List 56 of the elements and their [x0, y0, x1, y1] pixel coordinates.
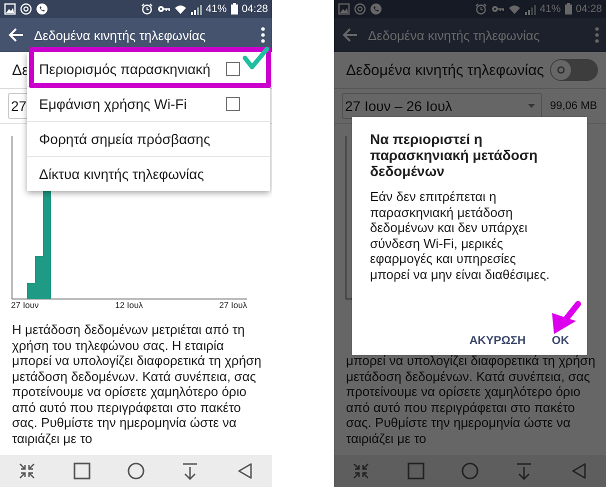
image-icon: [338, 3, 350, 15]
info-paragraph: Η μετάδοση δεδομένων μετριέται από τη χρήση του τηλεφώνου σας. Η εταιρία μπορεί να υπολογίζει διαφορετικά τη χρήση μετάδοση δεδομένων. Κατά συνέπεια, σας προτείνουμε να ορίσετε χαμηλότερο όριο από αυτό που περιγράφεται στο πακέτο σας. Ρυθμίστε την ημερομηνία ώστε να ταιριάζει με το: [11, 322, 262, 446]
menu-item[interactable]: Φορητά σημεία πρόσβασης: [27, 121, 270, 156]
menu-item[interactable]: Δίκτυα κινητής τηλεφωνίας: [27, 156, 270, 191]
axis-label: 27 Ιουν: [11, 300, 39, 312]
menu-item-label: Περιορισμός παρασκηνιακή: [39, 61, 212, 77]
dialog-button[interactable]: ΑΚΥΡΩΣΗ: [463, 331, 532, 351]
wifi-icon: [508, 4, 521, 14]
toggle-off-icon: [557, 66, 565, 74]
alarm-icon: [474, 3, 487, 15]
app-bar-title: Δεδομένα κινητής τηλεφωνίας: [368, 28, 541, 42]
back-arrow-icon[interactable]: [8, 27, 24, 43]
dialog-title: Να περιοριστεί η παρασκηνιακή μετάδοση δεδομένων: [370, 131, 539, 179]
battery-level: 41%: [206, 3, 227, 15]
axis-label: 12 Ιουλ: [115, 300, 143, 312]
phone-icon: [370, 3, 382, 15]
dropdown-caret-icon: [528, 104, 535, 108]
data-usage: 99,06 MB: [550, 100, 598, 112]
info-paragraph: μπορεί να υπολογίζει διαφορετικά τη χρήση μετάδοση δεδομένων. Κατά συνέπεια, σας προτείνουμε να ορίσετε χαμηλότερο όριο από αυτό που περιγράφεται στο πακέτο σας. Ρυθμίστε την ημερομηνία ώστε να ταιριάζει με το: [345, 353, 596, 446]
clock: 04:28: [576, 3, 602, 15]
recent-apps-icon[interactable]: [406, 462, 425, 480]
mobile-data-label: Δεδομένα κινητής τηλεφωνίας: [346, 62, 544, 78]
mobile-data-toggle[interactable]: [550, 59, 598, 81]
recent-apps-icon[interactable]: [72, 462, 91, 480]
back-icon[interactable]: [236, 462, 254, 480]
image-icon: [4, 3, 16, 15]
dialog-message: Εάν δεν επιτρέπεται η παρασκηνιακή μετάδοση δεδομένων και δεν υπάρχει σύνδεση Wi-Fi, μερικές εφαρμογές και υπηρεσίες μπορεί να μην είναι διαθέσιμες.: [370, 189, 551, 282]
dialog-button[interactable]: OK: [546, 331, 575, 351]
signal-icon: [190, 4, 202, 14]
signal-icon: [524, 4, 536, 14]
battery-level: 41%: [540, 3, 561, 15]
download-arrow-icon[interactable]: [515, 462, 534, 480]
download-arrow-icon[interactable]: [181, 462, 200, 480]
wifi-icon: [174, 4, 187, 14]
key-icon: [156, 4, 170, 14]
shrink-icon[interactable]: [18, 462, 36, 480]
clock: 04:28: [242, 3, 268, 15]
phone-icon: [36, 3, 48, 15]
check-mark-icon: [242, 46, 270, 70]
home-icon[interactable]: [126, 462, 145, 480]
target-icon: [20, 3, 32, 15]
menu-item-label: Εμφάνιση χρήσης Wi-Fi: [39, 96, 188, 112]
checkbox[interactable]: [226, 97, 240, 111]
battery-icon: [230, 3, 238, 15]
key-icon: [490, 4, 504, 14]
back-icon[interactable]: [570, 462, 588, 480]
battery-icon: [564, 3, 572, 15]
axis-label: 27 Ιουλ: [219, 300, 247, 312]
target-icon: [354, 3, 366, 15]
mobile-data-label: Δε: [12, 62, 29, 78]
shrink-icon[interactable]: [352, 462, 370, 480]
app-bar-title: Δεδομένα κινητής τηλεφωνίας: [34, 28, 207, 42]
home-icon[interactable]: [460, 462, 479, 480]
alarm-icon: [140, 3, 153, 15]
checkbox[interactable]: [226, 62, 240, 76]
more-options-icon[interactable]: [260, 26, 266, 44]
